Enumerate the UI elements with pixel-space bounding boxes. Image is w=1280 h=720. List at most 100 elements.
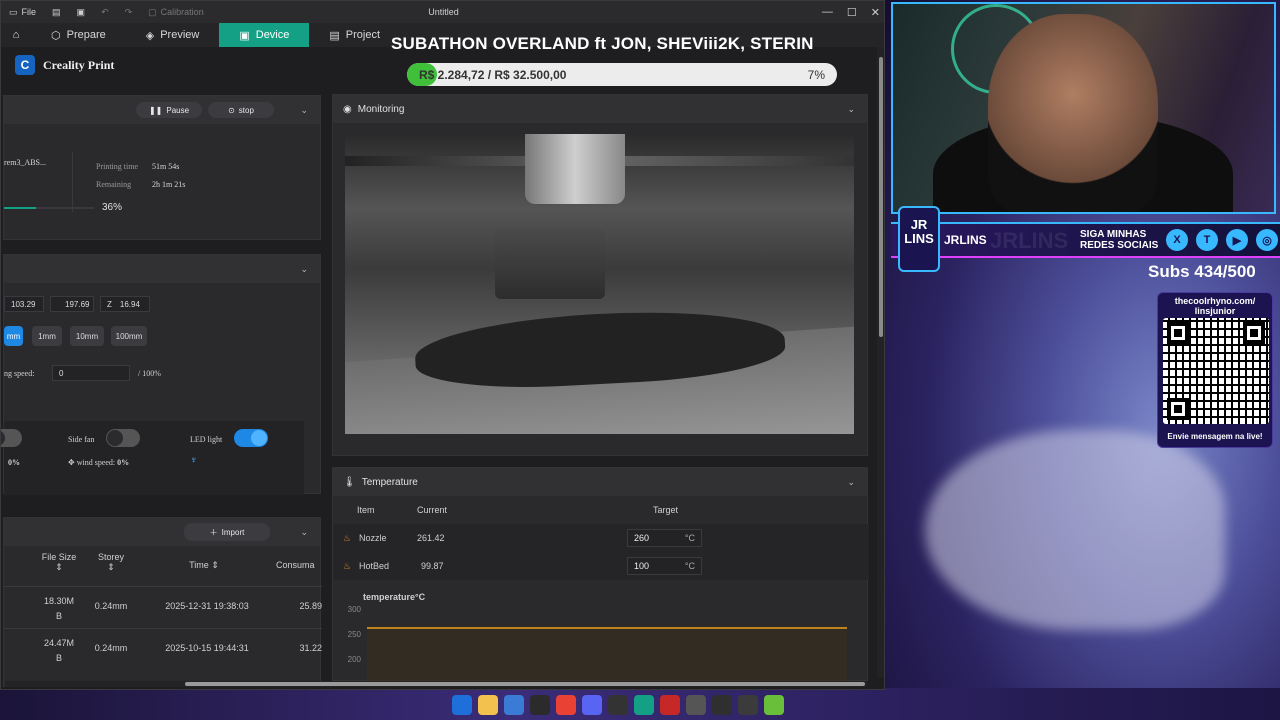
nozzle-target-input[interactable]: 260 °C xyxy=(627,529,702,547)
qr-card: thecoolrhyno.com/ linsjunior Envie mensa… xyxy=(1157,292,1273,448)
print-status-header: ❚❚ Pause ⊙ stop ⌄ xyxy=(4,96,320,124)
save-icon[interactable]: ▣ xyxy=(69,1,94,23)
scrollbar-thumb[interactable] xyxy=(879,57,883,337)
tick-label: 250 xyxy=(348,630,362,639)
redo-icon[interactable]: ↷ xyxy=(117,1,141,23)
pause-button[interactable]: ❚❚ Pause xyxy=(136,102,202,118)
pause-icon: ❚❚ xyxy=(148,105,163,115)
horizontal-scrollbar[interactable] xyxy=(5,681,867,687)
app-icon[interactable] xyxy=(660,695,680,715)
led-light-toggle[interactable] xyxy=(234,429,268,447)
chart-title: temperature°C xyxy=(363,592,426,602)
led-light-label: LED light xyxy=(190,435,223,444)
vertical-scrollbar[interactable] xyxy=(877,47,884,677)
row1-time: 2025-12-31 19:38:03 xyxy=(165,601,249,611)
import-button[interactable]: ＋ Import xyxy=(184,523,270,541)
chrome-icon[interactable] xyxy=(556,695,576,715)
tab-project[interactable]: ▤ Project xyxy=(309,23,400,47)
pause-label: Pause xyxy=(166,105,190,115)
windows-start-icon[interactable] xyxy=(452,695,472,715)
light-bulb-icon: ♆ xyxy=(190,455,198,466)
scrollbar-thumb[interactable] xyxy=(185,682,865,686)
app-icon[interactable] xyxy=(686,695,706,715)
qr-finder xyxy=(1243,322,1265,344)
row1-consumables: 25.89 xyxy=(299,601,322,611)
app-icon[interactable] xyxy=(504,695,524,715)
row1-size: 18.30M B xyxy=(43,596,75,621)
app-icon[interactable] xyxy=(764,695,784,715)
subathon-title: SUBATHON OVERLAND ft JON, SHEViii2K, STE… xyxy=(391,34,814,53)
instagram-icon: ◎ xyxy=(1256,229,1278,251)
sort-icon: ⇕ xyxy=(211,560,219,570)
terminal-icon[interactable] xyxy=(738,695,758,715)
tab-prepare[interactable]: ⬡ Prepare xyxy=(31,23,126,47)
obs-icon[interactable] xyxy=(608,695,628,715)
step-10mm-button[interactable]: 10mm xyxy=(70,326,104,346)
subathon-percent: 7% xyxy=(807,68,825,82)
printing-time-label: Printing time xyxy=(96,162,138,171)
tick-label: 300 xyxy=(348,606,362,614)
qr-url: thecoolrhyno.com/ linsjunior xyxy=(1174,296,1256,316)
speed-input[interactable]: 0 xyxy=(52,365,130,381)
header-current: Current xyxy=(417,505,448,515)
home-icon[interactable]: ⌂ xyxy=(1,23,31,47)
app-icon[interactable] xyxy=(712,695,732,715)
unit: °C xyxy=(684,533,695,543)
fan-toggle[interactable] xyxy=(1,429,22,447)
step-0.1mm-button[interactable]: mm xyxy=(4,326,23,346)
temperature-title: Temperature xyxy=(361,476,418,488)
device-icon: ▣ xyxy=(239,29,250,42)
folder-icon[interactable] xyxy=(478,695,498,715)
hotbed-target-input[interactable]: 100 °C xyxy=(627,557,702,575)
calibration-menu[interactable]: ▢ Calibration xyxy=(140,1,212,23)
chevron-down-icon[interactable]: ⌄ xyxy=(300,105,308,116)
tab-label: Project xyxy=(345,29,381,41)
creality-icon[interactable] xyxy=(634,695,654,715)
camera-printed-block xyxy=(495,229,605,299)
qr-finder xyxy=(1167,322,1189,344)
column-file-size[interactable]: File Size ⇕ xyxy=(34,552,84,573)
screen: ▭ File ▤ ▣ ↶ ↷ ▢ Calibration Untitled — ☐ … xyxy=(0,0,1280,720)
tab-device[interactable]: ▣ Device xyxy=(219,23,310,47)
menu-icon[interactable]: ▤ xyxy=(44,1,69,23)
chevron-down-icon[interactable]: ⌄ xyxy=(300,527,308,538)
step-1mm-button[interactable]: 1mm xyxy=(32,326,62,346)
file-menu-label: File xyxy=(21,7,37,17)
undo-icon[interactable]: ↶ xyxy=(93,1,117,23)
streamer-head xyxy=(988,14,1158,212)
file-menu[interactable]: ▭ File xyxy=(1,1,44,23)
hotbed-current: 99.87 xyxy=(421,561,444,571)
file-list-header: ＋ Import ⌄ xyxy=(4,518,320,546)
z-position: Z 16.94 xyxy=(100,296,150,312)
qr-message: Envie mensagem na live! xyxy=(1167,432,1263,441)
temperature-rows xyxy=(333,524,869,580)
side-fan-label: Side fan xyxy=(68,435,95,444)
nozzle-current: 261.42 xyxy=(417,533,445,543)
toggle-knob xyxy=(1,430,5,446)
logo-text: JR LINS xyxy=(904,217,934,246)
y-position: 197.69 xyxy=(50,296,94,312)
row2-time: 2025-10-15 19:44:31 xyxy=(165,643,249,653)
wind-speed: ✥ wind speed: 0% xyxy=(68,458,129,467)
maximize-icon[interactable]: ☐ xyxy=(847,6,857,19)
steam-icon[interactable] xyxy=(530,695,550,715)
hotbed-label: HotBed xyxy=(359,561,390,571)
qr-code-icon xyxy=(1163,318,1269,424)
chevron-down-icon[interactable]: ⌄ xyxy=(300,264,308,275)
discord-icon[interactable] xyxy=(582,695,602,715)
print-status-panel: ❚❚ Pause ⊙ stop ⌄ rem3_ABS... Printing tim… xyxy=(3,95,321,240)
column-storey[interactable]: Storey ⇕ xyxy=(86,552,136,573)
tab-preview[interactable]: ◈ Preview xyxy=(126,23,220,47)
close-icon[interactable]: ✕ xyxy=(871,6,880,19)
chevron-down-icon[interactable]: ⌄ xyxy=(847,477,855,488)
stop-button[interactable]: ⊙ stop xyxy=(208,102,274,118)
column-consumables[interactable]: Consuma xyxy=(276,560,326,570)
chart-area-fill xyxy=(367,626,847,682)
header-label: File Size xyxy=(41,552,77,562)
minimize-icon[interactable]: — xyxy=(822,6,833,18)
side-fan-toggle[interactable] xyxy=(106,429,140,447)
chevron-down-icon[interactable]: ⌄ xyxy=(847,104,855,115)
column-time[interactable]: Time ⇕ xyxy=(164,560,244,571)
row2-consumables: 31.22 xyxy=(299,643,322,653)
step-100mm-button[interactable]: 100mm xyxy=(111,326,147,346)
